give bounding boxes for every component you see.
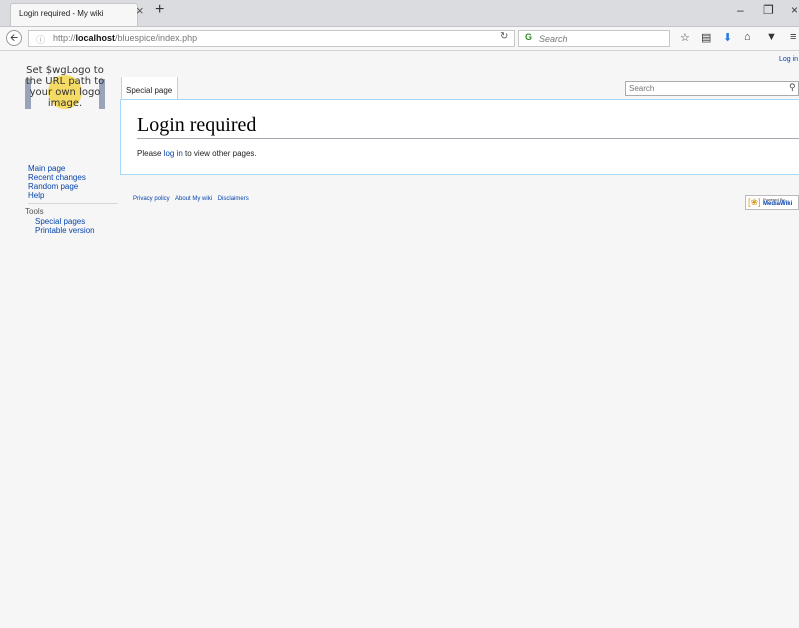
powered-by-text: Powered By MediaWiki <box>763 197 793 207</box>
back-arrow-icon[interactable]: 🡨 <box>6 30 22 46</box>
address-bar[interactable]: ⓘ http://localhost/bluespice/index.php <box>28 30 515 47</box>
browser-tab-bar: Login required - My wiki × + – ❐ × <box>0 0 799 27</box>
home-icon[interactable]: ⌂ <box>744 31 751 43</box>
sidebar-divider <box>28 203 118 204</box>
url-text: http://localhost/bluespice/index.php <box>53 33 198 43</box>
browser-nav-bar: 🡨 ⓘ http://localhost/bluespice/index.php… <box>0 27 799 51</box>
hamburger-menu-icon[interactable]: ≡ <box>790 31 796 43</box>
search-icon[interactable]: ⚲ <box>789 82 796 93</box>
browser-tab[interactable]: Login required - My wiki <box>10 3 138 26</box>
footer-about[interactable]: About My wiki <box>175 196 212 202</box>
sidebar-item-main-page[interactable]: Main page <box>28 164 118 173</box>
content-area: Login required Please log in to view oth… <box>120 99 799 175</box>
wiki-search-box[interactable]: ⚲ <box>625 81 799 96</box>
sidebar-item-special-pages[interactable]: Special pages <box>35 217 118 226</box>
body-text: Please log in to view other pages. <box>137 149 257 158</box>
login-link[interactable]: Log in <box>779 56 798 63</box>
sidebar: Main page Recent changes Random page Hel… <box>25 164 118 235</box>
reload-icon[interactable]: ↻ <box>500 31 508 42</box>
minimize-icon[interactable]: – <box>737 3 744 17</box>
tab-special-page[interactable]: Special page <box>121 77 178 99</box>
maximize-icon[interactable]: ❐ <box>763 3 774 17</box>
new-tab-button[interactable]: + <box>155 1 164 19</box>
sidebar-item-recent-changes[interactable]: Recent changes <box>28 173 118 182</box>
login-text-link[interactable]: log in <box>164 149 183 158</box>
mediawiki-flower-icon: [❀] <box>748 197 761 207</box>
info-icon[interactable]: ⓘ <box>36 33 45 46</box>
sidebar-heading-tools: Tools <box>25 207 44 216</box>
footer-privacy-policy[interactable]: Privacy policy <box>133 196 170 202</box>
browser-search-input[interactable] <box>539 32 659 45</box>
pocket-icon[interactable]: ▼ <box>766 31 777 43</box>
page-title: Login required <box>137 114 799 139</box>
powered-by-mediawiki-badge[interactable]: [❀] Powered By MediaWiki <box>745 195 799 210</box>
tab-title: Login required - My wiki <box>19 9 104 18</box>
close-window-icon[interactable]: × <box>791 3 798 17</box>
wiki-search-input[interactable] <box>629 83 779 94</box>
browser-search-box[interactable]: G <box>518 30 670 47</box>
logo-text: Set $wgLogo to the URL path to your own … <box>25 65 105 109</box>
footer-disclaimers[interactable]: Disclaimers <box>218 196 249 202</box>
sidebar-item-random-page[interactable]: Random page <box>28 182 118 191</box>
sidebar-item-help[interactable]: Help <box>28 191 118 200</box>
wiki-logo[interactable]: Set $wgLogo to the URL path to your own … <box>22 65 108 123</box>
search-engine-icon[interactable]: G <box>525 32 532 42</box>
download-icon[interactable]: ⬇ <box>723 31 732 44</box>
sidebar-item-printable-version[interactable]: Printable version <box>35 226 118 235</box>
star-icon[interactable]: ☆ <box>680 31 690 44</box>
tab-close-icon[interactable]: × <box>136 3 144 18</box>
reading-list-icon[interactable]: ▤ <box>701 31 711 44</box>
tab-label: Special page <box>126 86 173 95</box>
footer-links: Privacy policy About My wiki Disclaimers <box>133 196 253 202</box>
